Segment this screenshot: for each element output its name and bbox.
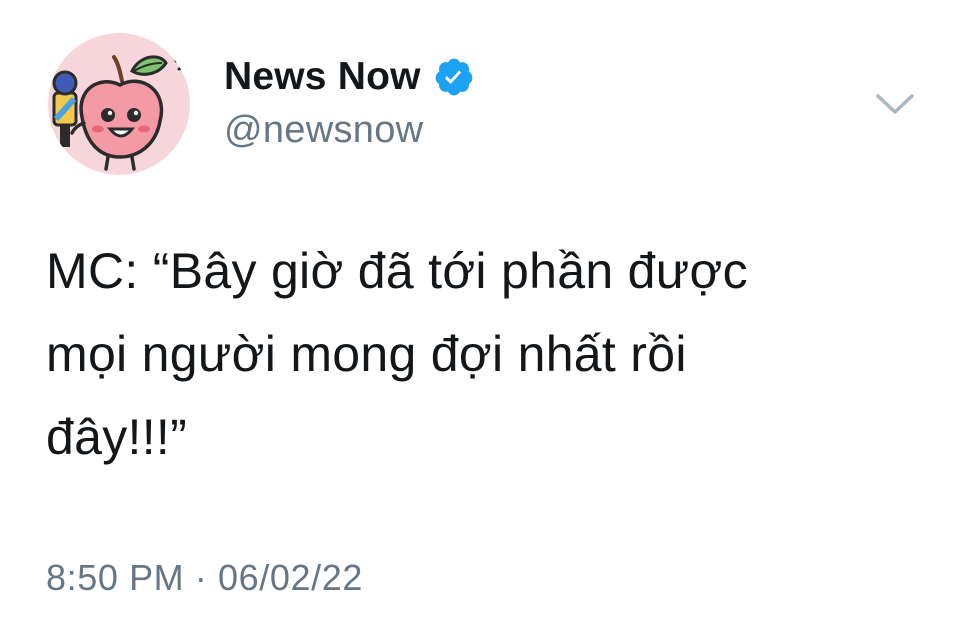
tweet-text-line: MC: “Bây giờ đã tới phần được — [46, 243, 748, 299]
name-row: News Now — [224, 52, 475, 102]
tweet-timestamp[interactable]: 8:50 PM · 06/02/22 — [46, 552, 363, 604]
author-block: News Now @newsnow — [224, 52, 475, 154]
peach-mascot-icon — [48, 33, 190, 175]
display-name[interactable]: News Now — [224, 52, 421, 102]
chevron-down-icon[interactable] — [872, 88, 918, 120]
avatar[interactable] — [48, 33, 190, 175]
tweet-text-line: mọi người mong đợi nhất rồi — [46, 326, 687, 382]
tweet-text: MC: “Bây giờ đã tới phần được mọi người … — [46, 230, 926, 479]
tweet-text-line: đây!!!” — [46, 409, 188, 465]
user-handle[interactable]: @newsnow — [224, 106, 475, 154]
verified-badge-icon — [433, 56, 475, 98]
tweet-card: News Now @newsnow MC: “Bây giờ đã tới ph… — [0, 0, 960, 620]
